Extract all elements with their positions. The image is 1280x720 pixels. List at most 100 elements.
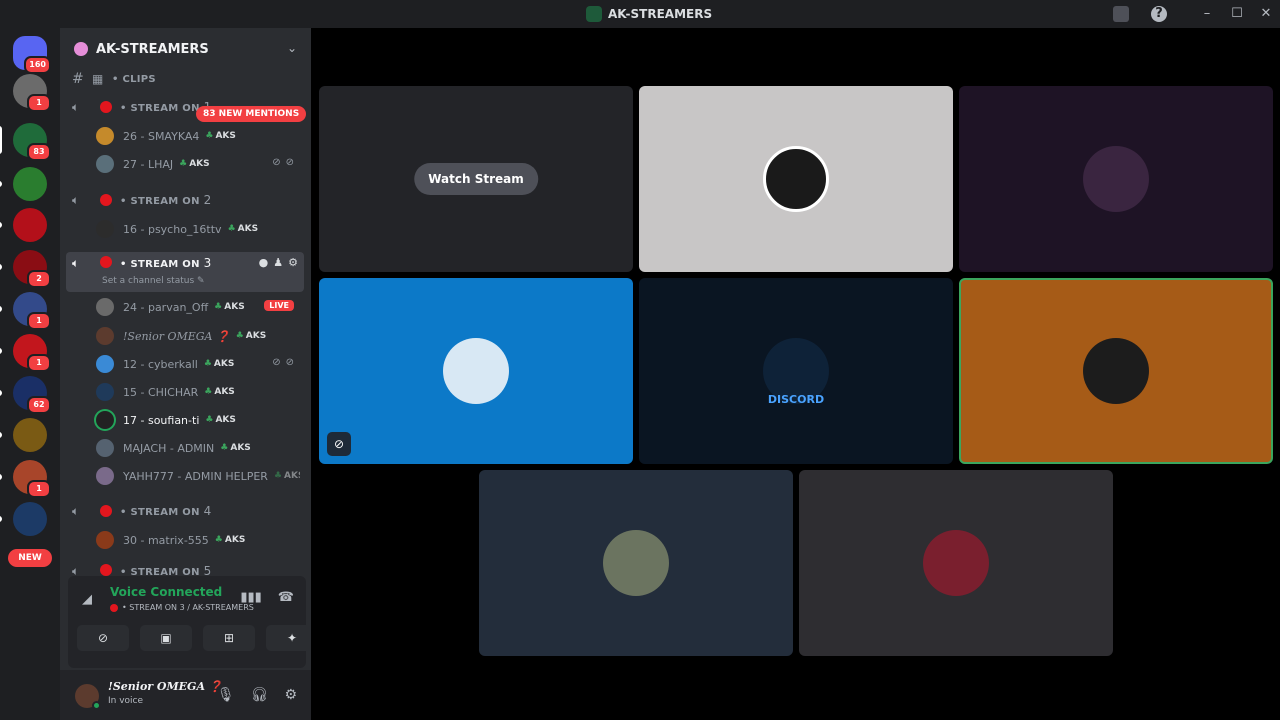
- server-icon[interactable]: 2: [0, 250, 51, 288]
- user-tile[interactable]: ⊘: [319, 278, 633, 464]
- home-badge: 160: [24, 56, 51, 74]
- member-name: 26 - SMAYKA4: [123, 129, 200, 143]
- avatar: [96, 327, 114, 345]
- close-icon[interactable]: ✕: [1258, 6, 1274, 22]
- gear-icon[interactable]: ⚙: [288, 256, 298, 269]
- channel-status[interactable]: Set a channel status ✎: [102, 276, 205, 286]
- unread-indicator: [0, 222, 2, 228]
- server-icon[interactable]: [0, 167, 47, 201]
- avatar: [96, 467, 114, 485]
- gear-icon[interactable]: ⚙: [284, 687, 297, 703]
- channel-stream-3[interactable]: 🔈︎ • STREAM ON 3 Set a channel status ✎ …: [66, 252, 304, 292]
- unread-indicator: [0, 306, 2, 312]
- stream-tile[interactable]: Watch Stream: [319, 86, 633, 272]
- voice-member[interactable]: 30 - matrix-555 ♣ AKS: [96, 529, 300, 551]
- muted-deafened-icons: ⊘ ⊘: [272, 157, 294, 168]
- voice-connected-title[interactable]: Voice Connected: [110, 585, 222, 599]
- server-icon[interactable]: [0, 418, 47, 452]
- voice-member[interactable]: 27 - LHAJ ♣ AKS ⊘ ⊘: [96, 153, 300, 175]
- user-panel: !Senior OMEGA ❓ In voice 🎙︎ 🎧︎ ⚙: [60, 670, 311, 720]
- server-icon[interactable]: [0, 502, 47, 536]
- noise-suppression-icon[interactable]: ▮▮▮: [240, 590, 261, 605]
- minimize-icon[interactable]: –: [1199, 6, 1215, 22]
- channel-stream-4[interactable]: 🔈︎ • STREAM ON 4: [66, 500, 304, 522]
- voice-channel-link[interactable]: • STREAM ON 3 / AK-STREAMERS: [110, 603, 254, 612]
- user-tile[interactable]: [479, 470, 793, 656]
- voice-member[interactable]: 15 - CHICHAR ♣ AKS: [96, 381, 300, 403]
- muted-deafened-icons: ⊘ ⊘: [272, 357, 294, 368]
- camera-off-button[interactable]: ⊘: [77, 625, 129, 651]
- channel-name: • STREAM ON 4: [120, 504, 212, 518]
- voice-member[interactable]: 26 - SMAYKA4 ♣ AKS: [96, 125, 300, 147]
- voice-member[interactable]: 24 - parvan_Off ♣ AKS LIVE: [96, 296, 300, 318]
- avatar: [96, 298, 114, 316]
- voice-member[interactable]: 17 - soufian-ti ♣ AKS: [96, 409, 300, 431]
- user-avatar: [763, 146, 829, 212]
- speaker-icon: 🔈︎: [72, 192, 80, 207]
- user-name[interactable]: !Senior OMEGA ❓: [108, 680, 223, 693]
- speaker-icon: 🔈︎: [72, 564, 80, 576]
- voice-member[interactable]: 16 - psycho_16ttv ♣ AKS: [96, 218, 300, 240]
- new-servers-badge[interactable]: NEW: [8, 549, 52, 567]
- live-badge[interactable]: LIVE: [264, 300, 294, 311]
- user-tile[interactable]: [799, 470, 1113, 656]
- online-status-icon: [92, 701, 101, 710]
- member-name: YAHH777 - ADMIN HELPER: [123, 469, 268, 483]
- microphone-icon[interactable]: 🎙︎: [217, 687, 235, 703]
- voice-member[interactable]: !Senior OMEGA ❓ ♣ AKS: [96, 325, 300, 347]
- new-mentions-badge[interactable]: 83 NEW MENTIONS: [196, 106, 307, 122]
- server-icon[interactable]: 1: [0, 292, 51, 330]
- guild-name: AK-STREAMERS: [96, 41, 209, 57]
- chevron-down-icon[interactable]: ⌄: [287, 41, 297, 55]
- record-icon: [110, 603, 118, 612]
- inbox-icon[interactable]: [1113, 6, 1129, 22]
- avatar: [96, 355, 114, 373]
- user-avatar[interactable]: [75, 684, 101, 710]
- server-tag: ♣AKS: [214, 535, 246, 545]
- watch-stream-button[interactable]: Watch Stream: [414, 163, 538, 195]
- user-tile[interactable]: DISCORD: [639, 278, 953, 464]
- user-tile[interactable]: [959, 86, 1273, 272]
- leaf-icon: ♣: [227, 224, 236, 234]
- window-title: AK-STREAMERS: [586, 6, 712, 22]
- connection-signal-icon[interactable]: ◢: [82, 592, 92, 607]
- server-logo-icon: [586, 6, 602, 22]
- member-name: 30 - matrix-555: [123, 533, 209, 547]
- server-icon[interactable]: 83: [0, 123, 51, 161]
- server-icon[interactable]: [0, 208, 47, 242]
- server-icon[interactable]: 1: [0, 460, 51, 498]
- channel-stream-2[interactable]: 🔈︎ • STREAM ON 2: [66, 189, 304, 211]
- user-status: In voice: [108, 696, 144, 706]
- voice-member[interactable]: YAHH777 - ADMIN HELPER ♣AKS: [96, 465, 300, 487]
- voice-member[interactable]: MAJACH - ADMIN ♣ AKS: [96, 437, 300, 459]
- unread-indicator: [0, 181, 2, 187]
- server-icon[interactable]: 62: [0, 376, 51, 414]
- home-button[interactable]: 160: [13, 36, 51, 74]
- server-badge: 62: [27, 396, 51, 414]
- screen-share-button[interactable]: ▣: [140, 625, 192, 651]
- clapper-icon: ▦: [92, 72, 104, 86]
- server-tag: ♣AKS: [205, 415, 236, 425]
- invite-member-icon[interactable]: ♟: [273, 256, 283, 269]
- maximize-icon[interactable]: ☐: [1229, 6, 1245, 22]
- server-tag: ♣AKS: [204, 387, 235, 397]
- server-badge: 1: [27, 94, 51, 112]
- guild-header[interactable]: AK-STREAMERS ⌄: [60, 28, 311, 70]
- user-tile[interactable]: [639, 86, 953, 272]
- voice-member[interactable]: 12 - cyberkall ♣ AKS ⊘ ⊘: [96, 353, 300, 375]
- channel-clips[interactable]: # ▦ • CLIPS: [66, 68, 304, 90]
- help-icon[interactable]: ?: [1151, 6, 1167, 22]
- server-icon[interactable]: 1: [0, 334, 51, 372]
- disconnect-icon[interactable]: ☎: [278, 590, 294, 605]
- user-tile-speaking[interactable]: [959, 278, 1273, 464]
- member-name: MAJACH - ADMIN: [123, 441, 215, 455]
- unread-indicator: [0, 474, 2, 480]
- headphones-icon[interactable]: 🎧︎: [251, 687, 269, 703]
- activities-button[interactable]: ⊞: [203, 625, 255, 651]
- headset-muted-icon: ⊘: [285, 157, 294, 168]
- server-icon[interactable]: 1: [13, 74, 51, 112]
- leaf-icon: ♣: [273, 471, 283, 481]
- channel-stream-5[interactable]: 🔈︎ • STREAM ON 5: [66, 564, 304, 576]
- chat-bubble-icon[interactable]: ●: [259, 256, 269, 269]
- server-tag: ♣AKS: [273, 471, 300, 481]
